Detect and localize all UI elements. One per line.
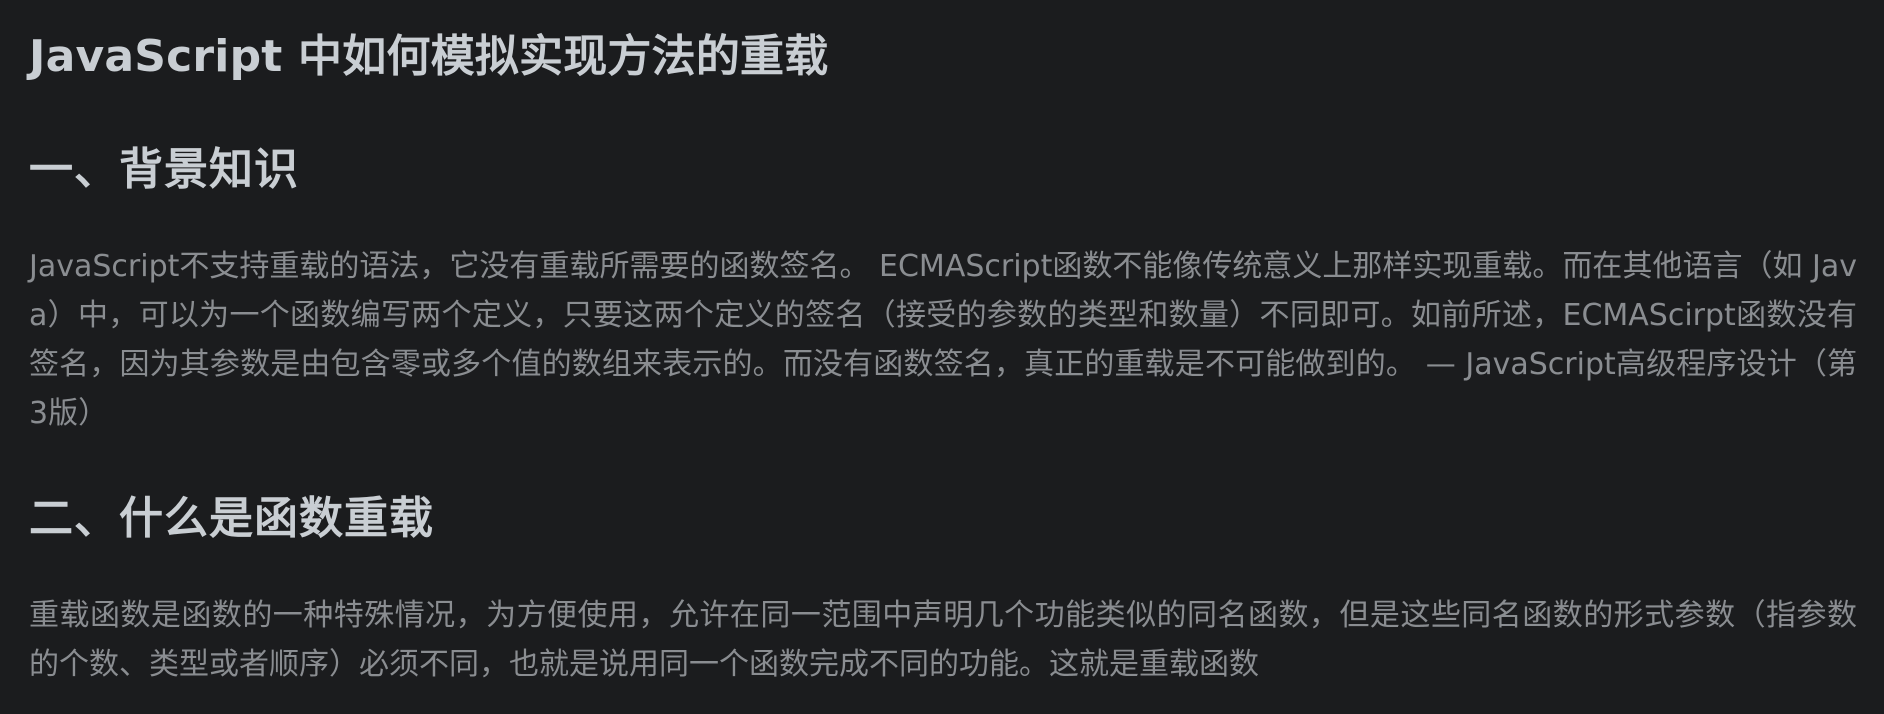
section-heading-background: 一、背景知识: [29, 144, 299, 195]
section-paragraph-background: JavaScript不支持重载的语法，它没有重载所需要的函数签名。 ECMASc…: [29, 249, 1857, 431]
article: JavaScript 中如何模拟实现方法的重载 一、背景知识 JavaScrip…: [0, 0, 1884, 714]
section-paragraph-overloading: 重载函数是函数的一种特殊情况，为方便使用，允许在同一范围中声明几个功能类似的同名…: [29, 598, 1857, 682]
section-heading-overloading: 二、什么是函数重载: [29, 493, 434, 544]
page-title: JavaScript 中如何模拟实现方法的重载: [29, 31, 829, 82]
